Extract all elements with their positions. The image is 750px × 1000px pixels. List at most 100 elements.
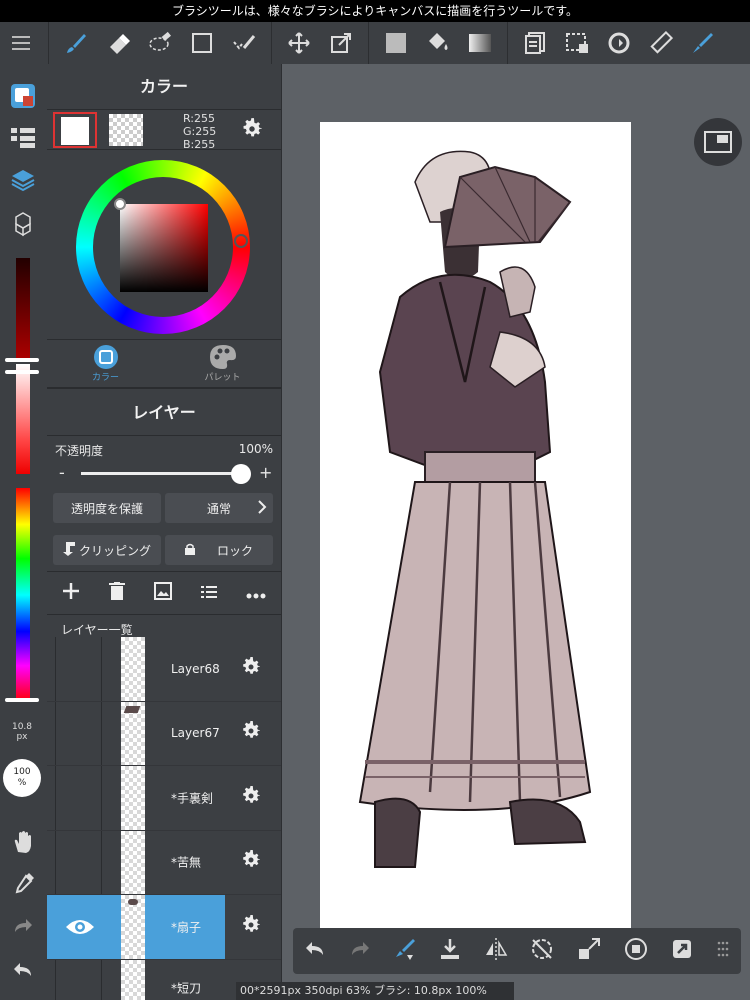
layer-name: Layer68 <box>171 661 220 676</box>
undo-icon[interactable] <box>304 940 326 962</box>
blend-mode-button[interactable]: 通常 <box>165 493 273 523</box>
layer-name: *苦無 <box>171 855 202 870</box>
top-toolbar <box>0 22 750 64</box>
protect-alpha-label: 透明度を保護 <box>70 501 143 516</box>
tab-palette-label: パレット <box>204 373 241 383</box>
download-icon[interactable] <box>439 938 461 964</box>
more-icon[interactable] <box>246 584 266 603</box>
rectangle-icon[interactable] <box>181 22 223 64</box>
toolbar-divider <box>368 22 369 64</box>
tab-palette[interactable]: パレット <box>164 340 281 387</box>
layer-name: Layer67 <box>171 726 220 741</box>
main-color-swatch[interactable] <box>53 112 97 148</box>
opacity-minus-button[interactable]: - <box>59 463 65 482</box>
layer-row-selected[interactable]: *扇子 <box>47 895 281 960</box>
saturation-cursor[interactable] <box>114 198 126 210</box>
opacity-value: 100% <box>238 442 273 456</box>
rotate-icon[interactable] <box>598 22 640 64</box>
toolbar-divider <box>48 22 49 64</box>
opacity-slider-row: - + <box>47 459 281 487</box>
navigator-button[interactable] <box>694 118 742 166</box>
saturation-slider-handle[interactable] <box>5 370 39 374</box>
layer-settings-gear-icon[interactable] <box>239 848 263 876</box>
materials-icon[interactable] <box>7 208 39 240</box>
image-layer-icon[interactable] <box>153 582 172 604</box>
layer-thumbnail <box>121 959 145 1000</box>
move-icon[interactable] <box>278 22 320 64</box>
g-value: G:255 <box>183 125 217 138</box>
eyedropper-icon[interactable] <box>7 868 39 900</box>
eraser-icon[interactable] <box>97 22 139 64</box>
opacity-plus-button[interactable]: + <box>259 463 272 482</box>
redo-icon[interactable] <box>349 940 371 962</box>
color-swatch-icon[interactable] <box>7 80 39 112</box>
tab-color-label: カラー <box>91 373 119 383</box>
add-layer-icon[interactable] <box>62 582 80 604</box>
left-toolbar: 10.8 px 100 % <box>0 64 47 1000</box>
lasso-eraser-icon[interactable] <box>139 22 181 64</box>
brush-opacity-indicator[interactable]: 100 % <box>3 759 41 797</box>
select-pen-icon[interactable] <box>223 22 265 64</box>
transform-icon[interactable] <box>320 22 362 64</box>
sub-color-swatch[interactable] <box>109 114 143 146</box>
brush-list-icon[interactable] <box>7 122 39 154</box>
visibility-eye-icon[interactable] <box>65 917 95 941</box>
tooltip-bar: ブラシツールは、様々なブラシによりキャンバスに描画を行うツールです。 <box>0 0 750 22</box>
rotate-canvas-icon[interactable] <box>623 936 649 966</box>
share-icon[interactable] <box>671 938 693 964</box>
layer-settings-gear-icon[interactable] <box>239 655 263 683</box>
layer-row[interactable]: Layer67 <box>47 701 281 766</box>
undo-icon[interactable] <box>7 954 39 986</box>
menu-icon[interactable] <box>0 22 42 64</box>
lock-button[interactable]: ロック <box>165 535 273 565</box>
opacity-slider-track[interactable] <box>81 472 241 475</box>
fill-color-icon[interactable] <box>375 22 417 64</box>
hue-slider-handle[interactable] <box>5 698 39 702</box>
layer-settings-gear-icon[interactable] <box>239 913 263 941</box>
clipping-arrow-icon <box>62 541 75 559</box>
layer-row[interactable]: *苦無 <box>47 830 281 895</box>
tab-color[interactable]: カラー <box>47 340 164 387</box>
pen-active-icon[interactable] <box>682 22 724 64</box>
layer-row[interactable]: Layer68 <box>47 637 281 702</box>
bucket-icon[interactable] <box>417 22 459 64</box>
lock-label: ロック <box>216 543 253 558</box>
pen-snap-icon[interactable] <box>393 937 417 965</box>
delete-layer-icon[interactable] <box>108 582 125 604</box>
layer-settings-gear-icon[interactable] <box>239 784 263 812</box>
toolbar-divider <box>271 22 272 64</box>
fit-screen-icon[interactable] <box>577 937 601 965</box>
protect-alpha-button[interactable]: 透明度を保護 <box>53 493 161 523</box>
drawing-canvas[interactable] <box>320 122 631 930</box>
layer-thumbnail <box>121 766 145 830</box>
layer-thumbnail <box>121 637 145 701</box>
saturation-slider[interactable] <box>16 364 30 474</box>
brush-size-indicator[interactable]: 10.8 px <box>2 722 42 742</box>
layer-menu-icon[interactable] <box>514 22 556 64</box>
rotation-reset-icon[interactable] <box>530 937 554 965</box>
redo-icon[interactable] <box>7 910 39 942</box>
hue-slider[interactable] <box>16 488 30 702</box>
brush-opacity-value: 100 <box>13 767 31 777</box>
hand-icon[interactable] <box>7 826 39 858</box>
shade-slider-handle[interactable] <box>5 358 39 362</box>
layer-list-icon[interactable] <box>201 584 218 603</box>
clipping-button[interactable]: クリッピング <box>53 535 161 565</box>
flip-horizontal-icon[interactable] <box>484 938 508 964</box>
layer-settings-gear-icon[interactable] <box>239 719 263 747</box>
selection-icon[interactable] <box>556 22 598 64</box>
layers-icon[interactable] <box>7 164 39 196</box>
gradient-icon[interactable] <box>459 22 501 64</box>
saturation-square[interactable] <box>120 204 208 292</box>
brush-icon[interactable] <box>55 22 97 64</box>
opacity-row: 不透明度 100% <box>47 436 281 459</box>
layer-row[interactable]: *手裏剣 <box>47 766 281 831</box>
color-settings-gear-icon[interactable] <box>239 116 265 146</box>
grid-menu-icon[interactable] <box>716 940 730 962</box>
opacity-slider-thumb[interactable] <box>231 464 251 484</box>
shade-slider[interactable] <box>16 258 30 358</box>
layer-toolbar <box>47 571 281 615</box>
brush-size-value: 10.8 <box>11 722 33 732</box>
ruler-icon[interactable] <box>640 22 682 64</box>
hue-cursor[interactable] <box>234 234 248 248</box>
